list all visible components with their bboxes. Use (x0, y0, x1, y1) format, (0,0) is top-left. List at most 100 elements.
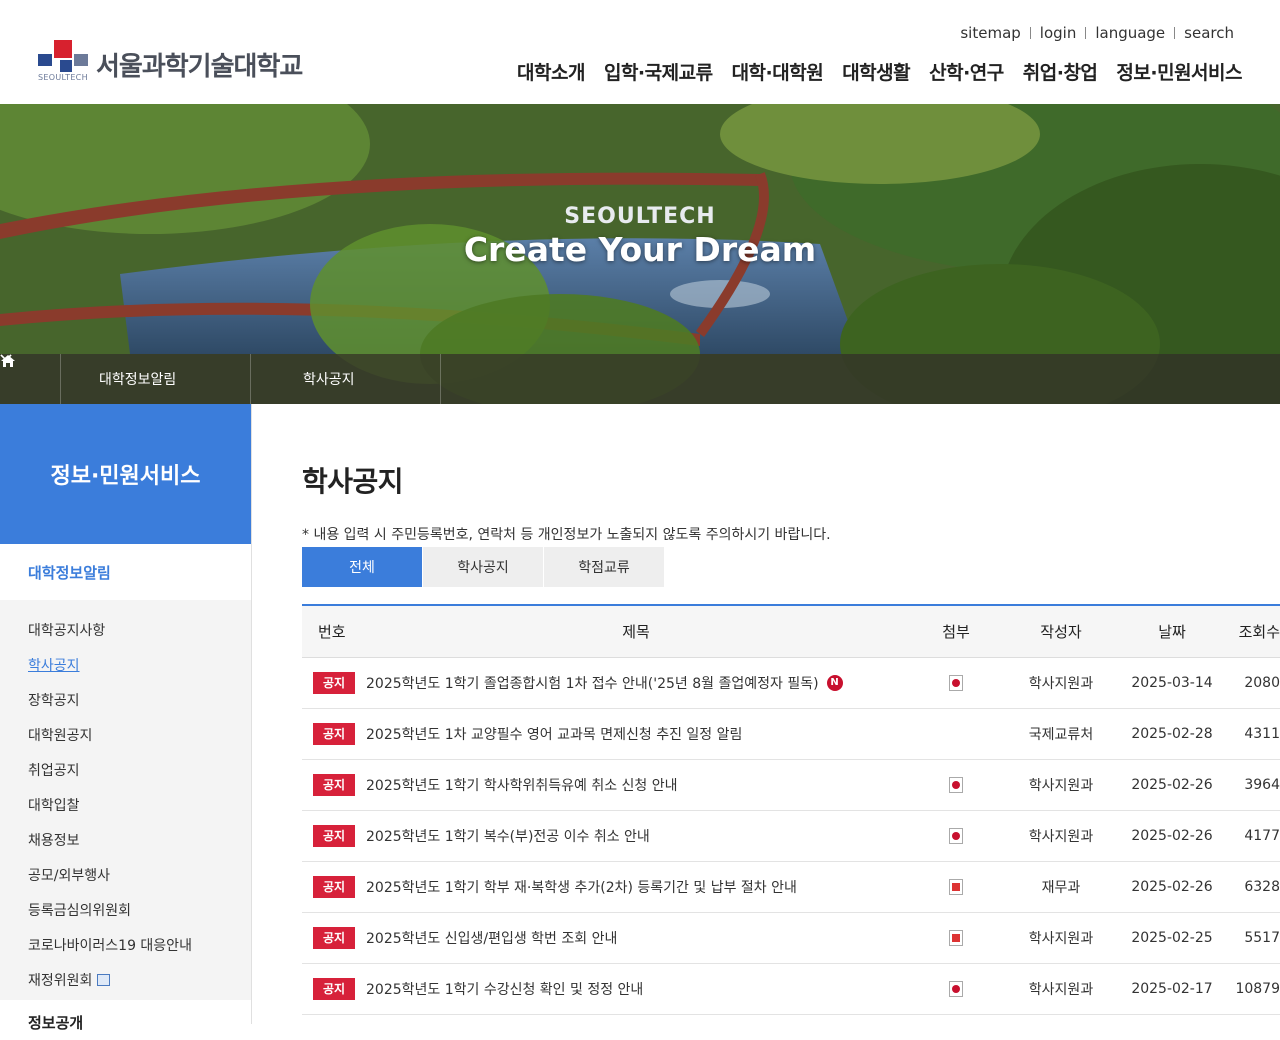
post-date: 2025-02-28 (1131, 726, 1213, 742)
notice-badge: 공지 (313, 723, 355, 745)
table-row: 공지 2025학년도 1차 교양필수 영어 교과목 면제신청 추진 일정 알림 … (302, 709, 1280, 760)
page-title: 학사공지 (302, 465, 404, 498)
column-header-date: 날짜 (1158, 623, 1186, 641)
hero-banner: SEOULTECH Create Your Dream 대학정보알림 학사공지 (0, 104, 1280, 404)
sidebar-item-finance-committee[interactable]: 재정위원회 (0, 962, 251, 997)
util-login-link[interactable]: login (1031, 24, 1086, 42)
sidebar-item-contest-events[interactable]: 공모/외부행사 (0, 857, 251, 892)
table-row: 공지 2025학년도 1학기 수강신청 확인 및 정정 안내 학사지원과 202… (302, 964, 1280, 1015)
category-tabs: 전체 학사공지 학점교류 (302, 547, 665, 587)
tab-credit-exchange[interactable]: 학점교류 (544, 547, 664, 587)
location-bar: 대학정보알림 학사공지 (0, 354, 1280, 404)
table-row: 공지 2025학년도 1학기 복수(부)전공 이수 취소 안내 학사지원과 20… (302, 811, 1280, 862)
notice-badge: 공지 (313, 672, 355, 694)
column-header-writer: 작성자 (1040, 623, 1082, 641)
gnb-item-research[interactable]: 산학·연구 (929, 58, 1004, 85)
sidebar-item-label: 채용정보 (28, 832, 80, 849)
attachment-file-icon[interactable] (949, 828, 963, 844)
gnb-item-about[interactable]: 대학소개 (517, 58, 585, 85)
post-title-link[interactable]: 2025학년도 신입생/편입생 학번 조회 안내 (366, 928, 617, 948)
post-date: 2025-02-26 (1131, 777, 1213, 793)
sidebar-item-label: 학사공지 (28, 657, 80, 674)
sidebar-item-tuition-committee[interactable]: 등록금심의위원회 (0, 892, 251, 927)
sidebar-item-employment-notice[interactable]: 취업공지 (0, 752, 251, 787)
sidebar-item-graduate-notice[interactable]: 대학원공지 (0, 717, 251, 752)
site-logo[interactable]: SEOULTECH 서울과학기술대학교 (38, 40, 303, 84)
post-views: 4177 (1244, 828, 1280, 844)
location-level1-label: 대학정보알림 (99, 372, 177, 388)
privacy-notice: * 내용 입력 시 주민등록번호, 연락처 등 개인정보가 노출되지 않도록 주… (302, 527, 831, 543)
post-title-link[interactable]: 2025학년도 1학기 졸업종합시험 1차 접수 안내('25년 8월 졸업예정… (366, 673, 819, 693)
table-row: 공지 2025학년도 신입생/편입생 학번 조회 안내 학사지원과 2025-0… (302, 913, 1280, 964)
sidebar-list: 대학공지사항 학사공지 장학공지 대학원공지 취업공지 대학입찰 채용정보 공모… (0, 600, 251, 997)
post-date: 2025-02-25 (1131, 930, 1213, 946)
sidebar-item-recruitment[interactable]: 채용정보 (0, 822, 251, 857)
post-writer: 학사지원과 (1028, 676, 1094, 692)
notice-badge: 공지 (313, 774, 355, 796)
hero-subtitle: SEOULTECH (564, 204, 716, 229)
column-header-attachment: 첨부 (942, 623, 970, 641)
location-dropdown-level2[interactable]: 학사공지 (0, 354, 441, 404)
gnb-item-campus-life[interactable]: 대학생활 (842, 58, 910, 85)
post-views: 5517 (1244, 930, 1280, 946)
gnb-item-college[interactable]: 대학·대학원 (732, 58, 824, 85)
util-language-link[interactable]: language (1086, 24, 1174, 42)
sidebar-category-disclosure[interactable]: 정보공개 (0, 1000, 251, 1040)
sidebar-category[interactable]: 대학정보알림 (0, 544, 251, 600)
seoultech-logo-mark: SEOULTECH (38, 40, 90, 84)
post-date: 2025-02-17 (1131, 981, 1213, 997)
post-title-link[interactable]: 2025학년도 1차 교양필수 영어 교과목 면제신청 추진 일정 알림 (366, 724, 742, 744)
post-writer: 학사지원과 (1028, 829, 1094, 845)
column-header-title: 제목 (622, 623, 650, 641)
attachment-file-icon[interactable] (949, 675, 963, 691)
pdf-file-icon[interactable] (949, 930, 963, 946)
post-views: 4311 (1244, 726, 1280, 742)
tab-all[interactable]: 전체 (302, 547, 422, 587)
notice-badge: 공지 (313, 978, 355, 1000)
post-title-link[interactable]: 2025학년도 1학기 학사학위취득유예 취소 신청 안내 (366, 775, 678, 795)
sidebar-item-label: 공모/외부행사 (28, 867, 110, 884)
post-title-link[interactable]: 2025학년도 1학기 수강신청 확인 및 정정 안내 (366, 979, 643, 999)
attachment-file-icon[interactable] (949, 777, 963, 793)
sidebar-item-label: 대학공지사항 (28, 622, 106, 639)
post-views: 2080 (1244, 675, 1280, 691)
sidebar-item-academic-notice[interactable]: 학사공지 (0, 647, 251, 682)
sidebar-heading: 정보·민원서비스 (0, 404, 251, 544)
sidebar-item-label: 대학원공지 (28, 727, 93, 744)
post-views: 6328 (1244, 879, 1280, 895)
table-row: 공지 2025학년도 1학기 학부 재·복학생 추가(2차) 등록기간 및 납부… (302, 862, 1280, 913)
new-badge-icon: N (826, 675, 843, 691)
main-navigation: 대학소개 입학·국제교류 대학·대학원 대학생활 산학·연구 취업·창업 정보·… (498, 58, 1242, 85)
sidebar: 정보·민원서비스 대학정보알림 대학공지사항 학사공지 장학공지 대학원공지 취… (0, 404, 252, 1040)
attachment-file-icon[interactable] (949, 981, 963, 997)
tab-academic[interactable]: 학사공지 (423, 547, 543, 587)
external-link-icon (97, 973, 111, 986)
notice-badge: 공지 (313, 927, 355, 949)
post-date: 2025-02-26 (1131, 879, 1213, 895)
gnb-item-admission[interactable]: 입학·국제교류 (604, 58, 713, 85)
sidebar-item-scholarship-notice[interactable]: 장학공지 (0, 682, 251, 717)
post-writer: 국제교류처 (1028, 727, 1094, 743)
sidebar-item-label: 재정위원회 (28, 972, 93, 989)
sidebar-item-bidding[interactable]: 대학입찰 (0, 787, 251, 822)
sidebar-item-university-notice[interactable]: 대학공지사항 (0, 612, 251, 647)
chevron-down-icon (0, 354, 12, 362)
hero-title: Create Your Dream (463, 230, 817, 269)
util-search-link[interactable]: search (1175, 24, 1234, 42)
util-sitemap-link[interactable]: sitemap (951, 24, 1029, 42)
sidebar-item-label: 장학공지 (28, 692, 80, 709)
post-writer: 학사지원과 (1028, 778, 1094, 794)
table-row: 공지 2025학년도 1학기 학사학위취득유예 취소 신청 안내 학사지원과 2… (302, 760, 1280, 811)
location-level2-label: 학사공지 (303, 372, 355, 388)
gnb-item-info-service[interactable]: 정보·민원서비스 (1116, 58, 1242, 85)
pdf-file-icon[interactable] (949, 879, 963, 895)
sidebar-item-covid19[interactable]: 코로나바이러스19 대응안내 (0, 927, 251, 962)
post-title-link[interactable]: 2025학년도 1학기 학부 재·복학생 추가(2차) 등록기간 및 납부 절차… (366, 877, 797, 897)
location-dropdown-level1[interactable]: 대학정보알림 (0, 354, 251, 404)
post-title-link[interactable]: 2025학년도 1학기 복수(부)전공 이수 취소 안내 (366, 826, 650, 846)
gnb-item-career[interactable]: 취업·창업 (1023, 58, 1098, 85)
notice-badge: 공지 (313, 876, 355, 898)
table-row: 공지 2025학년도 1학기 졸업종합시험 1차 접수 안내('25년 8월 졸… (302, 658, 1280, 709)
column-header-number: 번호 (318, 623, 346, 641)
utility-menu: sitemap login language search (951, 24, 1234, 42)
